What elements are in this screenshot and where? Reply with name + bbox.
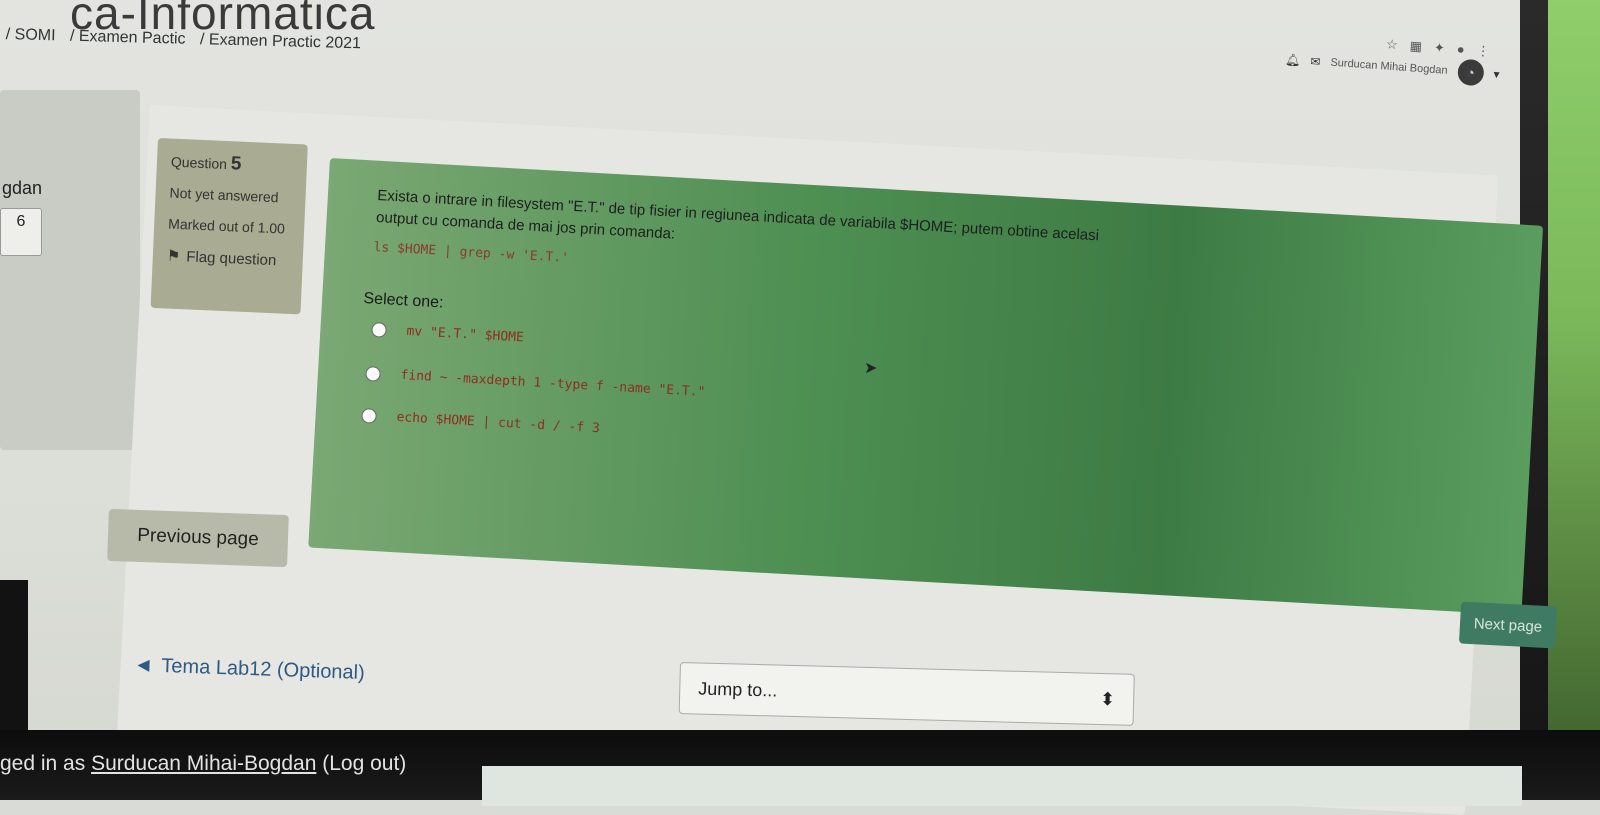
menu-dots-icon[interactable]: ⋮ (1476, 43, 1490, 60)
question-grade: Marked out of 1.00 (167, 215, 286, 237)
user-profile-link[interactable]: Surducan Mihai-Bogdan (91, 752, 316, 775)
quiz-navigation-panel (0, 90, 140, 450)
flag-question-link[interactable]: ⚑ Flag question (166, 247, 289, 270)
question-status: Not yet answered (169, 184, 279, 206)
star-icon[interactable]: ☆ (1386, 36, 1399, 53)
jump-to-value: Jump to... (698, 677, 778, 701)
next-page-button[interactable]: Next page (1458, 601, 1558, 649)
chevron-down-icon[interactable]: ▾ (1493, 67, 1500, 81)
chat-icon[interactable]: ✉ (1310, 54, 1321, 69)
bell-icon[interactable]: 🔔︎ (1285, 53, 1301, 68)
previous-page-button[interactable]: Previous page (107, 508, 289, 568)
answer-radio-3[interactable] (361, 408, 377, 424)
breadcrumb-item-somi[interactable]: / SOMI (6, 26, 56, 44)
puzzle-icon[interactable]: ✦ (1434, 40, 1446, 57)
user-name[interactable]: Surducan Mihai Bogdan (1330, 57, 1448, 77)
left-user-name: gdan (2, 178, 43, 198)
profile-icon[interactable]: ● (1457, 41, 1466, 58)
extension-icon[interactable]: ▦ (1409, 38, 1423, 55)
logout-link[interactable]: (Log out) (322, 752, 406, 775)
footer-light-strip (482, 766, 1522, 806)
question-info: Question 5 Not yet answered Marked out o… (150, 138, 308, 315)
breadcrumb-item-examen-pactic[interactable]: / Examen Pactic (70, 28, 186, 48)
mouse-cursor-icon: ➤ (864, 360, 878, 377)
logged-in-info: ged in as Surducan Mihai-Bogdan (Log out… (0, 752, 407, 775)
answer-radio-2[interactable] (365, 366, 381, 382)
arrow-left-icon: ◄ (133, 654, 154, 677)
background-edge (1548, 0, 1600, 800)
left-dark-region (0, 580, 28, 730)
question-number: Question 5 (170, 153, 242, 175)
avatar[interactable]: ◔ (1456, 58, 1485, 87)
answer-radio-1[interactable] (371, 322, 387, 338)
quiz-nav-button[interactable]: 6 (0, 208, 42, 256)
flag-icon: ⚑ (166, 247, 181, 266)
page: ca-Informatica / SOMI / Examen Pactic / … (0, 0, 1600, 815)
breadcrumb-item-examen-practic-2021[interactable]: / Examen Practic 2021 (200, 31, 361, 52)
select-arrows-icon: ⬍ (1099, 688, 1116, 709)
